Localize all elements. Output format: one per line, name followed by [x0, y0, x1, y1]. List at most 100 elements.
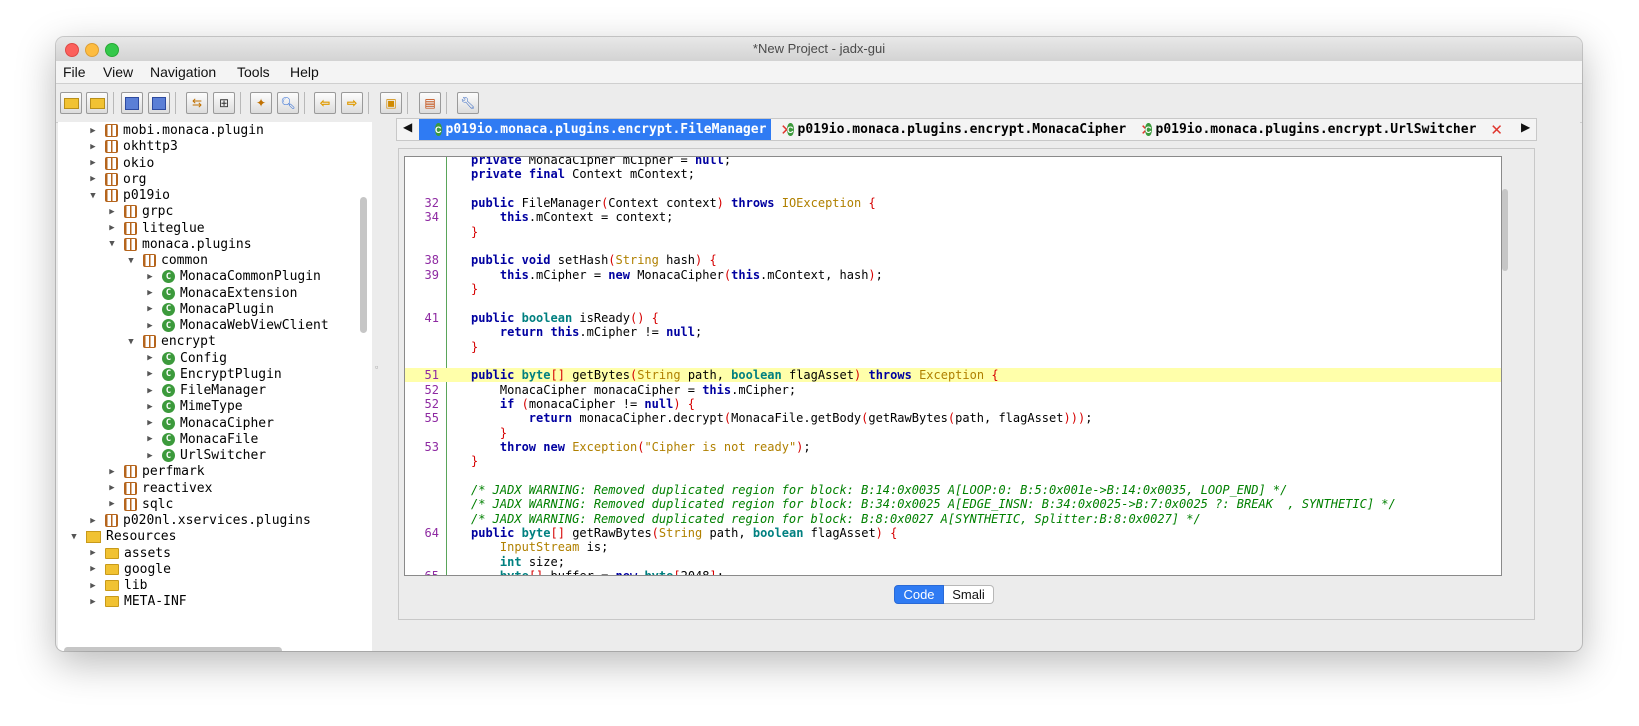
- search-text-icon[interactable]: ✦: [250, 92, 272, 114]
- preferences-wrench-icon[interactable]: 🔧︎: [457, 92, 479, 114]
- collapsed-arrow-icon[interactable]: ▶: [87, 548, 99, 558]
- expanded-arrow-icon[interactable]: ▼: [68, 532, 80, 542]
- tree-node[interactable]: ▼ monaca.plugins: [106, 236, 251, 253]
- sync-tree-icon[interactable]: ⇆: [186, 92, 208, 114]
- tree-node-label: MimeType: [180, 399, 243, 415]
- code-line: /* JADX WARNING: Removed duplicated regi…: [405, 512, 1501, 526]
- expanded-arrow-icon[interactable]: ▼: [125, 337, 137, 347]
- back-icon[interactable]: ⇦: [314, 92, 336, 114]
- package-icon: [105, 140, 118, 154]
- collapsed-arrow-icon[interactable]: ▶: [144, 272, 156, 282]
- collapsed-arrow-icon[interactable]: ▶: [87, 126, 99, 136]
- tree-horizontal-scrollbar[interactable]: [64, 647, 282, 651]
- expanded-arrow-icon[interactable]: ▼: [87, 191, 99, 201]
- tree-node[interactable]: ▶ lib: [87, 577, 147, 594]
- tab-scroll-left-icon[interactable]: ◀: [403, 120, 412, 134]
- smali-view-button[interactable]: Smali: [944, 585, 994, 604]
- tree-node[interactable]: ▶ C MimeType: [144, 398, 243, 415]
- menu-view[interactable]: View: [103, 64, 133, 80]
- tree-node[interactable]: ▶ assets: [87, 545, 171, 562]
- split-pane-divider[interactable]: ▫: [372, 122, 388, 651]
- tree-node[interactable]: ▶ C FileManager: [144, 382, 266, 399]
- tree-node[interactable]: ▶ google: [87, 561, 171, 578]
- tree-node[interactable]: ▼ common: [125, 252, 208, 269]
- tree-node[interactable]: ▼ encrypt: [125, 333, 216, 350]
- tab-monacacipher[interactable]: C p019io.monaca.plugins.encrypt.MonacaCi…: [771, 119, 1153, 140]
- forward-icon[interactable]: ⇨: [341, 92, 363, 114]
- tree-node[interactable]: ▶ C Config: [144, 350, 227, 367]
- collapsed-arrow-icon[interactable]: ▶: [87, 174, 99, 184]
- tree-node-label: okio: [123, 155, 155, 171]
- collapsed-arrow-icon[interactable]: ▶: [144, 304, 156, 314]
- tree-node[interactable]: ▶ org: [87, 171, 146, 188]
- find-class-icon[interactable]: 🔍︎: [277, 92, 299, 114]
- collapsed-arrow-icon[interactable]: ▶: [106, 483, 118, 493]
- tree-node[interactable]: ▼ Resources: [68, 528, 176, 545]
- collapsed-arrow-icon[interactable]: ▶: [144, 451, 156, 461]
- tree-node[interactable]: ▶ C UrlSwitcher: [144, 447, 266, 464]
- collapsed-arrow-icon[interactable]: ▶: [106, 223, 118, 233]
- tree-node[interactable]: ▶ C MonacaWebViewClient: [144, 317, 328, 334]
- tree-node[interactable]: ▶ okio: [87, 155, 154, 172]
- collapsed-arrow-icon[interactable]: ▶: [106, 467, 118, 477]
- tree-node[interactable]: ▶ C MonacaFile: [144, 431, 258, 448]
- tree-node[interactable]: ▶ p020nl.xservices.plugins: [87, 512, 311, 529]
- save-all-icon[interactable]: [121, 92, 143, 114]
- view-toggle: Code Smali: [894, 585, 994, 604]
- tab-filemanager[interactable]: C p019io.monaca.plugins.encrypt.FileMana…: [419, 119, 793, 140]
- tree-node[interactable]: ▶ sqlc: [106, 496, 173, 513]
- collapsed-arrow-icon[interactable]: ▶: [106, 207, 118, 217]
- collapsed-arrow-icon[interactable]: ▶: [144, 418, 156, 428]
- tree-node[interactable]: ▶ C MonacaPlugin: [144, 301, 274, 318]
- deobfuscation-icon[interactable]: ▣: [380, 92, 402, 114]
- collapsed-arrow-icon[interactable]: ▶: [144, 288, 156, 298]
- tree-node[interactable]: ▶ C MonacaCipher: [144, 415, 274, 432]
- collapsed-arrow-icon[interactable]: ▶: [106, 499, 118, 509]
- tree-node-label: liteglue: [142, 220, 205, 236]
- collapsed-arrow-icon[interactable]: ▶: [144, 369, 156, 379]
- tree-node[interactable]: ▶ META-INF: [87, 593, 186, 610]
- collapsed-arrow-icon[interactable]: ▶: [144, 353, 156, 363]
- tree-node[interactable]: ▶ C MonacaExtension: [144, 285, 297, 302]
- code-vertical-scrollbar[interactable]: [1502, 189, 1508, 271]
- code-text: throw new Exception("Cipher is not ready…: [499, 440, 811, 454]
- class-icon: C: [162, 270, 175, 284]
- close-tab-icon[interactable]: ✕: [1490, 121, 1503, 139]
- tree-vertical-scrollbar[interactable]: [360, 197, 367, 333]
- collapsed-arrow-icon[interactable]: ▶: [87, 581, 99, 591]
- tree-node[interactable]: ▶ okhttp3: [87, 138, 178, 155]
- tab-scroll-right-icon[interactable]: ▶: [1521, 120, 1530, 134]
- menu-file[interactable]: File: [63, 64, 86, 80]
- package-icon: [124, 481, 137, 495]
- flatten-packages-icon[interactable]: ⊞: [213, 92, 235, 114]
- tree-node[interactable]: ▶ mobi.monaca.plugin: [87, 122, 264, 139]
- log-viewer-icon[interactable]: ▤: [419, 92, 441, 114]
- export-icon[interactable]: [148, 92, 170, 114]
- tree-node[interactable]: ▶ reactivex: [106, 480, 212, 497]
- collapsed-arrow-icon[interactable]: ▶: [144, 321, 156, 331]
- code-editor[interactable]: private MonacaCipher mCipher = null; priv…: [404, 156, 1502, 576]
- collapsed-arrow-icon[interactable]: ▶: [144, 386, 156, 396]
- tree-node[interactable]: ▶ grpc: [106, 203, 173, 220]
- collapsed-arrow-icon[interactable]: ▶: [87, 516, 99, 526]
- expanded-arrow-icon[interactable]: ▼: [125, 256, 137, 266]
- tab-urlswitcher[interactable]: C p019io.monaca.plugins.encrypt.UrlSwitc…: [1129, 119, 1503, 140]
- tree-node[interactable]: ▶ C EncryptPlugin: [144, 366, 281, 383]
- menu-navigation[interactable]: Navigation: [150, 64, 216, 80]
- collapsed-arrow-icon[interactable]: ▶: [87, 564, 99, 574]
- tree-node[interactable]: ▼ p019io: [87, 187, 170, 204]
- collapsed-arrow-icon[interactable]: ▶: [144, 402, 156, 412]
- expanded-arrow-icon[interactable]: ▼: [106, 239, 118, 249]
- code-view-button[interactable]: Code: [894, 585, 944, 604]
- menu-tools[interactable]: Tools: [237, 64, 270, 80]
- menu-help[interactable]: Help: [290, 64, 319, 80]
- collapsed-arrow-icon[interactable]: ▶: [144, 434, 156, 444]
- tree-node[interactable]: ▶ C MonacaCommonPlugin: [144, 268, 321, 285]
- collapsed-arrow-icon[interactable]: ▶: [87, 158, 99, 168]
- collapsed-arrow-icon[interactable]: ▶: [87, 597, 99, 607]
- add-file-icon[interactable]: [86, 92, 108, 114]
- open-file-icon[interactable]: [60, 92, 82, 114]
- tree-node[interactable]: ▶ perfmark: [106, 463, 204, 480]
- collapsed-arrow-icon[interactable]: ▶: [87, 142, 99, 152]
- tree-node[interactable]: ▶ liteglue: [106, 220, 205, 237]
